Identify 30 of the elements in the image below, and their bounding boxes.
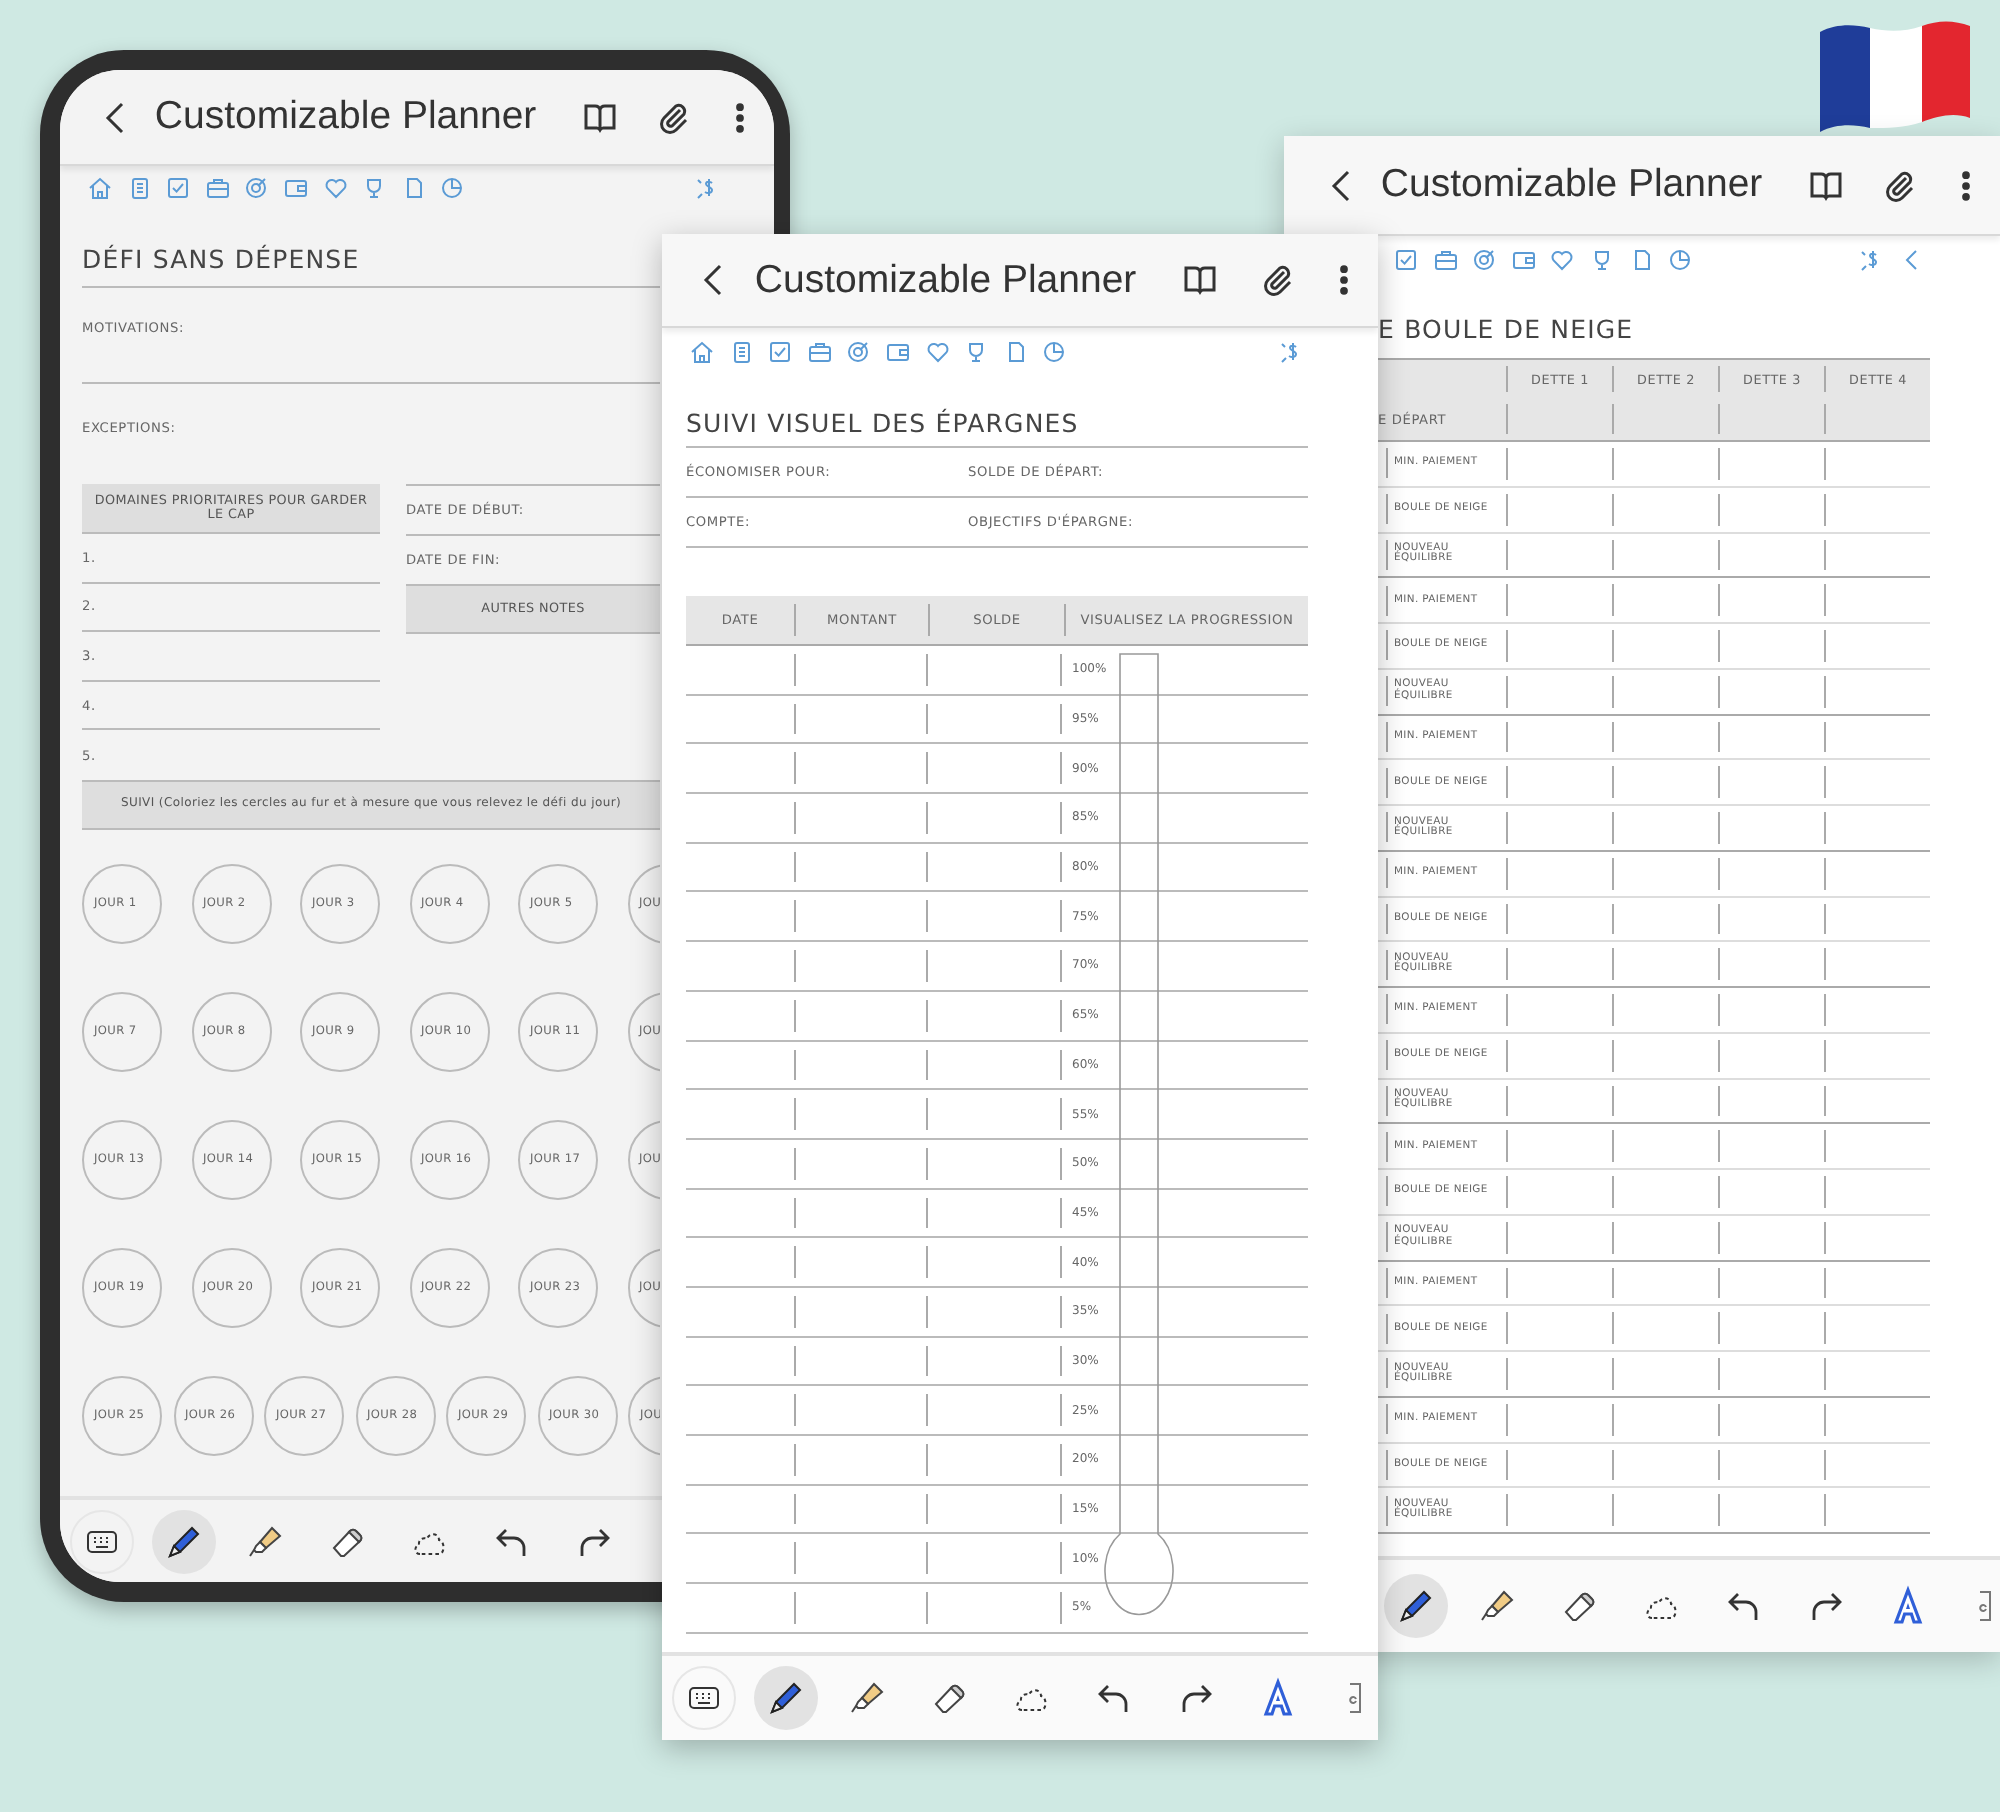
pen-button[interactable] <box>1384 1574 1448 1638</box>
page-heading: E BOULE DE NEIGE <box>1378 314 1634 344</box>
screen-title: Customizable Planner <box>154 94 537 140</box>
page-heading: DÉFI SANS DÉPENSE <box>82 244 360 274</box>
screen-title: Customizable Planner <box>754 257 1137 303</box>
keyboard-button[interactable] <box>70 1509 134 1573</box>
wallet-icon[interactable] <box>883 338 912 366</box>
checkbox-icon[interactable] <box>1392 245 1420 273</box>
pen-button[interactable] <box>152 1509 216 1573</box>
screen-title: Customizable Planner <box>1380 162 1763 208</box>
target-icon[interactable] <box>242 174 271 202</box>
keyboard-button[interactable] <box>672 1666 736 1730</box>
home-icon[interactable] <box>688 338 716 366</box>
home-icon[interactable] <box>86 174 114 202</box>
target-icon[interactable] <box>1470 245 1499 273</box>
heart-icon[interactable] <box>1548 245 1577 273</box>
pie-chart-icon[interactable] <box>438 174 467 202</box>
pie-chart-icon[interactable] <box>1040 338 1069 366</box>
briefcase-icon[interactable] <box>1431 245 1460 273</box>
pen-button[interactable] <box>754 1666 818 1730</box>
heart-icon[interactable] <box>923 338 952 366</box>
target-icon[interactable] <box>844 338 873 366</box>
page-heading: SUIVI VISUEL DES ÉPARGNES <box>686 408 1079 438</box>
briefcase-icon[interactable] <box>805 338 834 366</box>
wallet-icon[interactable] <box>281 174 310 202</box>
heart-icon[interactable] <box>321 174 350 202</box>
pie-chart-icon[interactable] <box>1666 245 1695 273</box>
checkbox-icon[interactable] <box>766 338 795 366</box>
checkbox-icon[interactable] <box>164 174 193 202</box>
briefcase-icon[interactable] <box>203 174 232 202</box>
